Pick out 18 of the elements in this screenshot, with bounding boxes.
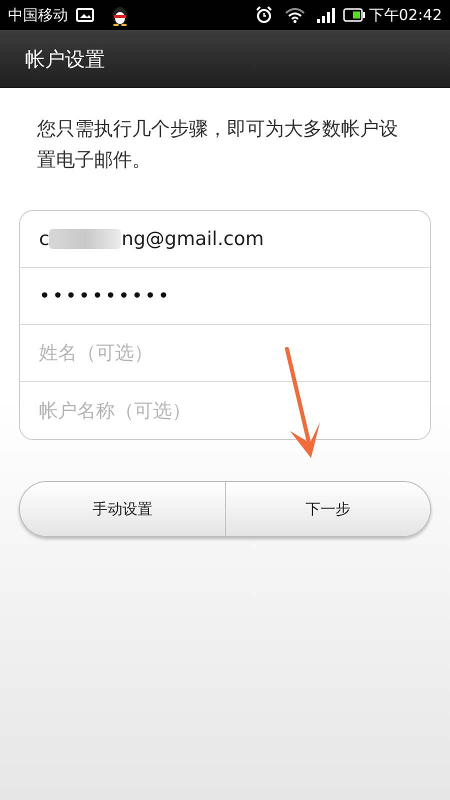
battery-icon [342, 8, 365, 22]
carrier-name: 中国移动 [8, 4, 68, 26]
text-field[interactable]: 帐户名称（可选） [20, 382, 430, 439]
picture-icon [76, 8, 94, 22]
email-start: c [39, 226, 50, 252]
action-button[interactable]: 手动设置 [20, 482, 224, 536]
wifi-icon [284, 8, 305, 22]
penguin-icon [110, 4, 130, 26]
password-field[interactable]: •••••••••• [20, 268, 430, 325]
email-field[interactable]: c ng@gmail.com [20, 211, 430, 268]
action-button[interactable]: 下一步 [224, 482, 430, 536]
intro-text: 您只需执行几个步骤，即可为大多数帐户设置电子邮件。 [37, 117, 399, 173]
text-field[interactable]: 姓名（可选） [20, 325, 430, 382]
email-end: ng@gmail.com [121, 226, 264, 252]
signal-icon [316, 8, 335, 22]
screen-title: 帐户设置 [25, 46, 105, 73]
clock-time: 下午02:42 [368, 4, 442, 26]
alarm-icon [254, 6, 273, 24]
